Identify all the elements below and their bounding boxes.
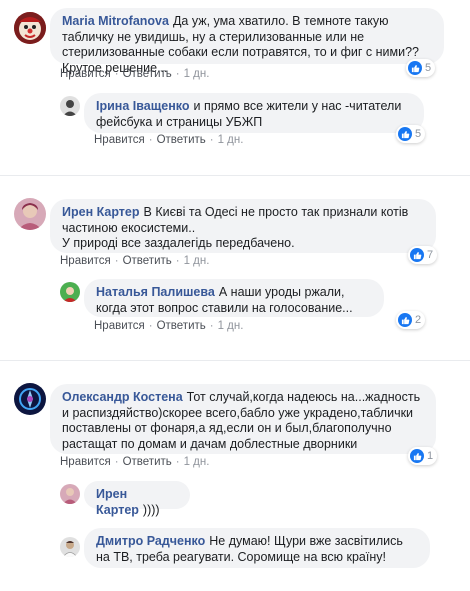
like-button[interactable]: Нравится	[94, 320, 145, 332]
person-avatar-icon	[14, 198, 46, 230]
like-button[interactable]: Нравится	[94, 134, 145, 146]
person-avatar-icon	[60, 484, 80, 504]
comment-bubble: Ірина Іващенко и прямо все жители у нас -…	[84, 93, 424, 133]
reply-button[interactable]: Ответить	[157, 134, 206, 146]
comment-actions: Нравится · Ответить · 1 дн.	[60, 456, 210, 468]
reaction-count[interactable]: 7	[408, 246, 438, 264]
avatar[interactable]	[60, 537, 80, 557]
divider	[0, 175, 470, 176]
comment-author[interactable]: Ірина Іващенко	[96, 99, 190, 113]
comment-bubble: Ирен Картер В Києві та Одесі не просто та…	[50, 199, 436, 253]
comment-author[interactable]: Дмитро Радченко	[96, 534, 205, 548]
reply-button[interactable]: Ответить	[123, 456, 172, 468]
reply-button[interactable]: Ответить	[157, 320, 206, 332]
clown-avatar-icon	[14, 12, 46, 44]
like-reaction-icon	[408, 61, 422, 75]
reply-button[interactable]: Ответить	[123, 255, 172, 267]
comment-text: ))))	[142, 502, 160, 517]
comment-actions: Нравится · Ответить · 1 дн.	[94, 134, 244, 146]
timestamp[interactable]: 1 дн.	[184, 456, 210, 468]
avatar[interactable]	[14, 198, 46, 230]
person-avatar-icon	[60, 537, 80, 557]
comment-bubble: Олександр Костена Тот случай,когда надеюс…	[50, 384, 436, 454]
comment-author[interactable]: Maria Mitrofanova	[62, 14, 169, 28]
comment-author[interactable]: Олександр Костена	[62, 390, 183, 404]
comment-actions: Нравится · Ответить · 1 дн.	[94, 320, 244, 332]
timestamp[interactable]: 1 дн.	[218, 320, 244, 332]
timestamp[interactable]: 1 дн.	[184, 255, 210, 267]
like-reaction-icon	[398, 127, 412, 141]
person-avatar-icon	[60, 282, 80, 302]
reaction-count[interactable]: 1	[408, 447, 438, 465]
like-reaction-icon	[410, 449, 424, 463]
timestamp[interactable]: 1 дн.	[184, 68, 210, 80]
comment-actions: Нравится · Ответить · 1 дн.	[60, 255, 210, 267]
like-reaction-icon	[410, 248, 424, 262]
timestamp[interactable]: 1 дн.	[218, 134, 244, 146]
comment-author[interactable]: Ирен Картер	[62, 205, 140, 219]
divider	[0, 360, 470, 361]
avatar[interactable]	[60, 484, 80, 504]
avatar[interactable]	[14, 383, 46, 415]
comment-bubble: Maria Mitrofanova Да уж, ума хватило. В т…	[50, 8, 444, 75]
comment-bubble: Дмитро Радченко Не думаю! Щури вже засвіт…	[84, 528, 430, 568]
like-button[interactable]: Нравится	[60, 456, 111, 468]
comment-bubble: Ирен Картер))))	[84, 481, 190, 517]
comment-actions: Нравится · Ответить · 1 дн.	[60, 68, 210, 80]
reaction-count[interactable]: 5	[396, 125, 426, 143]
reaction-count[interactable]: 5	[406, 59, 436, 77]
like-button[interactable]: Нравится	[60, 68, 111, 80]
avatar[interactable]	[14, 12, 46, 44]
comment-author[interactable]: Ирен Картер	[96, 487, 139, 517]
reply-button[interactable]: Ответить	[123, 68, 172, 80]
like-reaction-icon	[398, 313, 412, 327]
person-avatar-icon	[60, 96, 80, 116]
like-button[interactable]: Нравится	[60, 255, 111, 267]
avatar[interactable]	[60, 282, 80, 302]
emblem-avatar-icon	[14, 383, 46, 415]
comment-author[interactable]: Наталья Палишева	[96, 285, 215, 299]
reaction-count[interactable]: 2	[396, 311, 426, 329]
avatar[interactable]	[60, 96, 80, 116]
comment-bubble: Наталья Палишева А наши уроды ржали, когд…	[84, 279, 384, 317]
